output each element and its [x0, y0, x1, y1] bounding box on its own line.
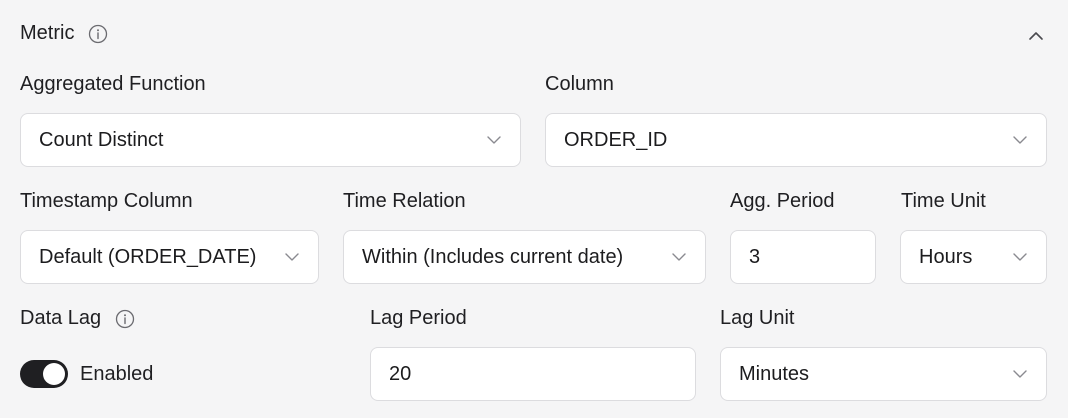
chevron-down-icon	[284, 249, 300, 265]
aggregated-function-select[interactable]: Count Distinct	[20, 113, 521, 167]
lag-period-label: Lag Period	[370, 307, 467, 329]
data-lag-header: Data Lag	[20, 307, 135, 330]
chevron-down-icon	[1012, 366, 1028, 382]
column-value: ORDER_ID	[564, 128, 668, 151]
lag-unit-label: Lag Unit	[720, 307, 795, 329]
collapse-section-button[interactable]	[1024, 24, 1048, 48]
agg-period-label: Agg. Period	[730, 190, 835, 212]
time-unit-value: Hours	[919, 245, 973, 268]
agg-period-value: 3	[749, 245, 761, 268]
lag-period-value: 20	[389, 362, 412, 385]
toggle-knob	[43, 363, 65, 385]
section-header: Metric	[20, 22, 108, 45]
aggregated-function-label: Aggregated Function	[20, 73, 206, 95]
time-unit-label: Time Unit	[901, 190, 986, 212]
lag-unit-select[interactable]: Minutes	[720, 347, 1047, 401]
time-relation-select[interactable]: Within (Includes current date)	[343, 230, 706, 284]
column-label: Column	[545, 73, 614, 95]
column-select[interactable]: ORDER_ID	[545, 113, 1047, 167]
time-unit-select[interactable]: Hours	[900, 230, 1047, 284]
chevron-up-icon	[1029, 32, 1043, 40]
lag-period-input[interactable]: 20	[370, 347, 696, 401]
lag-unit-value: Minutes	[739, 362, 810, 385]
section-title: Metric	[20, 22, 75, 44]
agg-period-input[interactable]: 3	[730, 230, 876, 284]
timestamp-column-select[interactable]: Default (ORDER_DATE)	[20, 230, 319, 284]
chevron-down-icon	[1012, 249, 1028, 265]
chevron-down-icon	[671, 249, 687, 265]
data-lag-toggle-label: Enabled	[80, 363, 154, 385]
chevron-down-icon	[1012, 132, 1028, 148]
timestamp-column-value: Default (ORDER_DATE)	[39, 245, 257, 268]
data-lag-label: Data Lag	[20, 307, 102, 329]
aggregated-function-value: Count Distinct	[39, 128, 164, 151]
data-lag-toggle[interactable]	[20, 360, 68, 388]
chevron-down-icon	[486, 132, 502, 148]
info-icon[interactable]	[115, 309, 135, 329]
info-icon[interactable]	[88, 24, 108, 44]
time-relation-value: Within (Includes current date)	[362, 245, 624, 268]
timestamp-column-label: Timestamp Column	[20, 190, 193, 212]
time-relation-label: Time Relation	[343, 190, 466, 212]
